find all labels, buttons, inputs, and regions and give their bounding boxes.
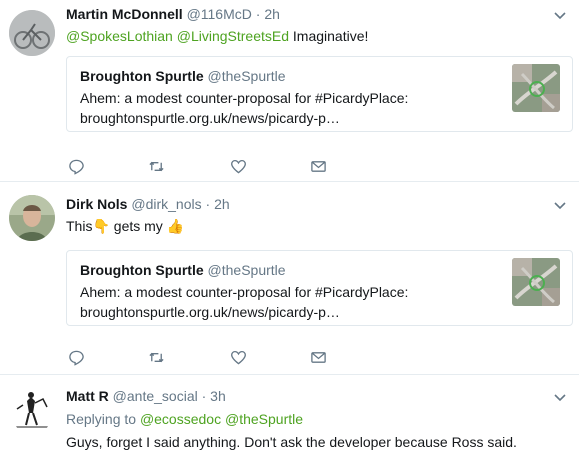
tweet-header: Matt R @ante_social · 3h	[66, 387, 226, 405]
avatar[interactable]	[9, 387, 55, 433]
timestamp[interactable]: 2h	[214, 196, 230, 212]
timestamp[interactable]: 2h	[264, 6, 280, 22]
tweet-header: Dirk Nols @dirk_nols · 2h	[66, 195, 230, 213]
separator: ·	[255, 6, 261, 22]
pointing-down-emoji: 👇	[92, 218, 110, 234]
thumbs-up-emoji: 👍	[166, 218, 185, 234]
reply-icon[interactable]	[66, 156, 86, 176]
message-icon[interactable]	[308, 156, 328, 176]
separator: ·	[205, 196, 211, 212]
card-username: @theSpurtle	[207, 262, 286, 278]
avatar[interactable]	[9, 195, 55, 241]
tweet[interactable]: Martin McDonnell @116McD · 2h @SpokesLot…	[0, 0, 579, 182]
card-line: Ahem: a modest counter-proposal for #Pic…	[80, 90, 409, 106]
display-name[interactable]: Martin McDonnell	[66, 6, 183, 22]
card-username: @theSpurtle	[207, 68, 286, 84]
tweet[interactable]: Matt R @ante_social · 3h Replying to @ec…	[0, 375, 579, 456]
username[interactable]: @116McD	[187, 6, 252, 22]
tweet-text: Guys, forget I said anything. Don't ask …	[66, 434, 517, 450]
avatar[interactable]	[9, 10, 55, 56]
card-link: broughtonspurtle.org.uk/news/picardy-p…	[80, 304, 340, 320]
mention-link[interactable]: @SpokesLothian	[66, 28, 173, 44]
caret-down-icon[interactable]	[553, 8, 567, 22]
message-icon[interactable]	[308, 347, 328, 367]
mention-link[interactable]: @theSpurtle	[225, 411, 303, 427]
card-text: Ahem: a modest counter-proposal for #Pic…	[80, 88, 500, 128]
like-icon[interactable]	[228, 156, 248, 176]
card-display-name: Broughton Spurtle	[80, 262, 204, 278]
card-text: Ahem: a modest counter-proposal for #Pic…	[80, 282, 500, 322]
quoted-tweet-card[interactable]: Broughton Spurtle @theSpurtle Ahem: a mo…	[66, 56, 573, 132]
quoted-tweet-card[interactable]: Broughton Spurtle @theSpurtle Ahem: a mo…	[66, 250, 573, 326]
timestamp[interactable]: 3h	[210, 388, 226, 404]
display-name[interactable]: Matt R	[66, 388, 109, 404]
tweet-body: This	[66, 218, 93, 234]
card-header: Broughton Spurtle @theSpurtle	[80, 261, 286, 279]
replying-to: Replying to @ecossedoc @theSpurtle	[66, 410, 303, 428]
card-line: Ahem: a modest counter-proposal for #Pic…	[80, 284, 409, 300]
tweet-text: @SpokesLothian @LivingStreetsEd Imaginat…	[66, 27, 368, 45]
like-icon[interactable]	[228, 347, 248, 367]
replying-to-label: Replying to	[66, 411, 137, 427]
reply-icon[interactable]	[66, 347, 86, 367]
separator: ·	[201, 388, 207, 404]
mention-link[interactable]: @ecossedoc	[140, 411, 221, 427]
caret-down-icon[interactable]	[553, 198, 567, 212]
tweet[interactable]: Dirk Nols @dirk_nols · 2h This👇 gets my …	[0, 182, 579, 375]
card-thumbnail	[512, 258, 560, 306]
tweet-body: gets my	[113, 218, 163, 234]
tweet-text: This👇 gets my 👍	[66, 217, 184, 235]
tweet-body: Imaginative!	[292, 28, 369, 44]
retweet-icon[interactable]	[146, 347, 166, 367]
caret-down-icon[interactable]	[553, 390, 567, 404]
card-thumbnail	[512, 64, 560, 112]
username[interactable]: @ante_social	[113, 388, 198, 404]
display-name[interactable]: Dirk Nols	[66, 196, 127, 212]
mention-link[interactable]: @LivingStreetsEd	[177, 28, 289, 44]
card-link: broughtonspurtle.org.uk/news/picardy-p…	[80, 110, 340, 126]
card-header: Broughton Spurtle @theSpurtle	[80, 67, 286, 85]
retweet-icon[interactable]	[146, 156, 166, 176]
username[interactable]: @dirk_nols	[131, 196, 201, 212]
tweet-header: Martin McDonnell @116McD · 2h	[66, 5, 280, 23]
card-display-name: Broughton Spurtle	[80, 68, 204, 84]
